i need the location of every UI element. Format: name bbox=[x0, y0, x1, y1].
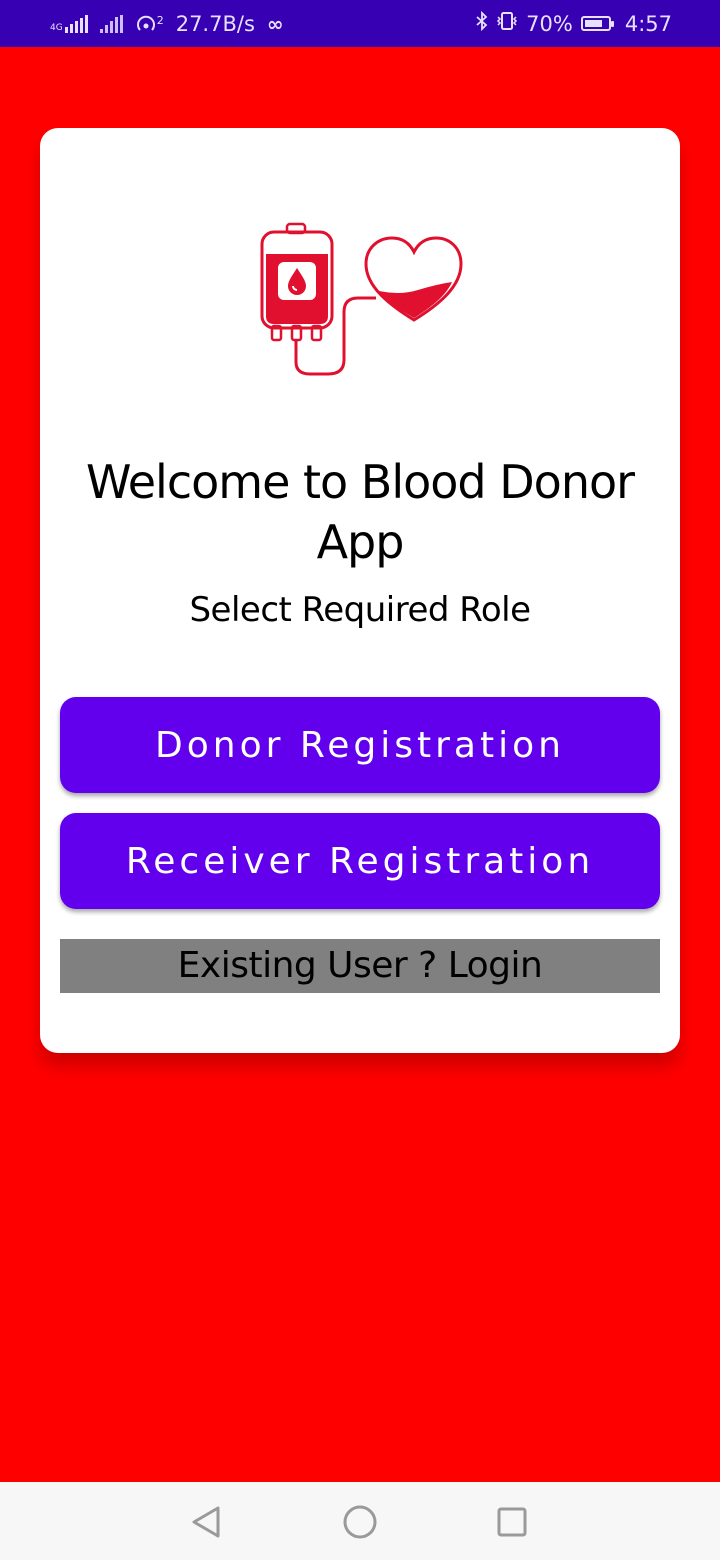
select-role-subtitle: Select Required Role bbox=[189, 590, 531, 630]
status-bar-right: 70% 4:57 bbox=[476, 0, 672, 47]
home-icon[interactable] bbox=[340, 1502, 380, 1542]
signal-icon bbox=[99, 14, 123, 33]
network-speed: 27.7B/s bbox=[175, 11, 255, 36]
status-bar-left: 4G 2 27.7B/s ∞ bbox=[50, 0, 284, 47]
app-screen: 4G 2 27.7B/s ∞ 70% 4:57 Welcome to Blood… bbox=[0, 0, 720, 1560]
hotspot-count: 2 bbox=[156, 13, 164, 27]
blood-donation-logo-icon bbox=[258, 222, 464, 380]
status-time: 4:57 bbox=[624, 11, 672, 36]
bluetooth-icon bbox=[476, 10, 488, 36]
battery-icon bbox=[580, 16, 614, 31]
welcome-title: Welcome to Blood Donor App bbox=[85, 455, 635, 569]
status-bar: 4G 2 27.7B/s ∞ 70% 4:57 bbox=[0, 0, 720, 47]
back-icon[interactable] bbox=[186, 1502, 226, 1542]
network-type: 4G bbox=[50, 22, 63, 33]
recents-icon[interactable] bbox=[492, 1502, 532, 1542]
signal-icon: 4G bbox=[50, 14, 88, 33]
existing-user-login-link[interactable]: Existing User ? Login bbox=[60, 939, 660, 993]
receiver-registration-button[interactable]: Receiver Registration bbox=[60, 813, 660, 909]
donor-registration-button[interactable]: Donor Registration bbox=[60, 697, 660, 793]
system-nav-bar bbox=[0, 1482, 720, 1560]
infinity-icon: ∞ bbox=[266, 11, 284, 36]
vibrate-icon bbox=[496, 11, 518, 36]
battery-percent: 70% bbox=[526, 11, 573, 36]
hotspot-icon: 2 bbox=[135, 14, 164, 34]
